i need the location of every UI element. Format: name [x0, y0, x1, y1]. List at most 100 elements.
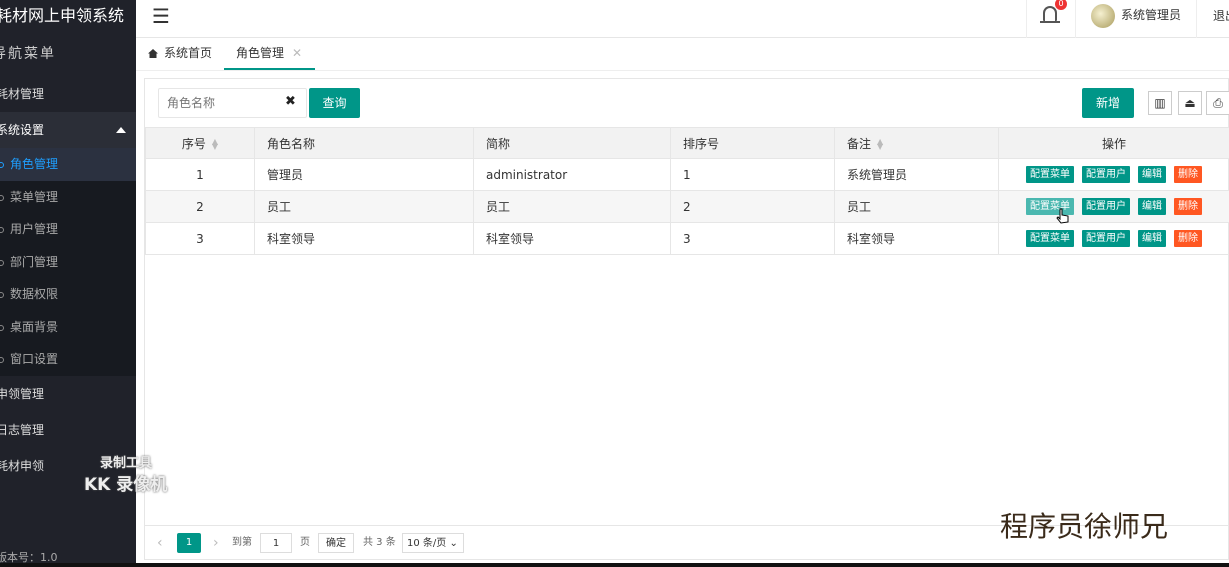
cell-ops: 配置菜单 配置用户 编辑 删除	[998, 222, 1229, 255]
notification-badge: 0	[1055, 0, 1067, 10]
config-menu-button[interactable]: 配置菜单	[1026, 230, 1074, 247]
close-icon[interactable]: ✕	[292, 46, 302, 60]
table-row: 3 科室领导 科室领导 3 科室领导 配置菜单 配置用户 编辑 删除	[145, 222, 1229, 255]
sidebar-item-apply[interactable]: 申领管理	[0, 376, 136, 412]
delete-button[interactable]: 删除	[1174, 198, 1202, 215]
col-no[interactable]: 序号 ▲ ▼	[145, 127, 255, 159]
watermark-author: 程序员徐师兄	[1000, 510, 1169, 543]
page-size-select[interactable]: 10 条/页 ⌄	[402, 533, 464, 553]
cell-remark: 系统管理员	[834, 158, 999, 191]
circle-icon	[0, 324, 4, 331]
tab-role-management[interactable]: 角色管理 ✕	[224, 38, 315, 70]
cell-no: 1	[145, 158, 255, 191]
sidebar-item-dept[interactable]: 部门管理	[0, 246, 136, 279]
notification-button[interactable]: 0	[1026, 0, 1076, 38]
page-input[interactable]: 1	[260, 533, 292, 553]
config-menu-button[interactable]: 配置菜单	[1026, 166, 1074, 183]
col-name: 角色名称	[254, 127, 474, 159]
role-table: 序号 ▲ ▼ 角色名称 简称 排序号 备注 ▲ ▼ 操作 1 管理员 administr…	[145, 127, 1229, 255]
sort-icon[interactable]: ▲ ▼	[212, 138, 218, 151]
nav-heading: 导航菜单	[0, 46, 56, 62]
sidebar-item-supplies[interactable]: 耗材管理	[0, 76, 136, 112]
divider	[1196, 0, 1197, 38]
confirm-button[interactable]: 确定	[318, 533, 354, 553]
cell-short: 科室领导	[473, 222, 671, 255]
cell-remark: 员工	[834, 190, 999, 223]
tab-label: 系统首页	[164, 46, 213, 60]
table-header-row: 序号 ▲ ▼ 角色名称 简称 排序号 备注 ▲ ▼ 操作	[145, 127, 1229, 159]
cell-ops: 配置菜单 配置用户 编辑 删除	[998, 190, 1229, 223]
clear-icon[interactable]: ✖	[285, 94, 296, 109]
add-button[interactable]: 新增	[1082, 88, 1134, 118]
circle-icon	[0, 162, 4, 168]
cell-remark: 科室领导	[834, 222, 999, 255]
edit-button[interactable]: 编辑	[1138, 166, 1166, 183]
col-remark[interactable]: 备注 ▲ ▼	[834, 127, 999, 159]
chevron-down-icon: ⌄	[449, 538, 458, 549]
cell-no: 3	[145, 222, 255, 255]
sidebar-item-label: 菜单管理	[10, 189, 59, 204]
top-header: ☰ 0 系统管理员 退出	[136, 0, 1229, 38]
hand-cursor-icon	[1056, 208, 1069, 224]
cell-short: 员工	[473, 190, 671, 223]
tab-home[interactable]: 系统首页	[148, 38, 212, 70]
col-sort: 排序号	[670, 127, 835, 159]
menu-toggle-icon[interactable]: ☰	[152, 4, 170, 28]
cell-short: administrator	[473, 158, 671, 191]
app-title: 耗材网上申领系统	[0, 6, 125, 25]
main-content: ✖ 查询 新增 ▥ ⏏ ⎙ 序号▲▼ 角色名称 简称 排序号 备注▲▼ 操作 1…	[144, 78, 1229, 560]
cell-sort: 1	[670, 158, 835, 191]
col-short: 简称	[473, 127, 671, 159]
total-label: 共 3 条	[363, 537, 396, 548]
cell-name: 科室领导	[254, 222, 474, 255]
page-current[interactable]: 1	[177, 533, 201, 553]
circle-icon	[0, 292, 4, 298]
config-user-button[interactable]: 配置用户	[1082, 230, 1130, 247]
sidebar-item-log[interactable]: 日志管理	[0, 412, 136, 448]
print-icon[interactable]: ⎙	[1206, 91, 1229, 115]
home-icon	[148, 49, 158, 58]
sidebar-item-label: 桌面背景	[10, 319, 59, 334]
logout-link[interactable]: 退出	[1213, 7, 1229, 24]
sidebar-item-label: 数据权限	[10, 287, 59, 301]
edit-button[interactable]: 编辑	[1138, 198, 1166, 215]
tab-bar: 系统首页 角色管理 ✕	[136, 38, 1229, 71]
user-name: 系统管理员	[1121, 8, 1182, 22]
bell-icon	[1040, 6, 1060, 23]
goto-label: 到第	[232, 537, 252, 548]
page-unit-label: 页	[300, 537, 310, 548]
col-ops: 操作	[998, 127, 1229, 159]
sidebar-submenu: 角色管理 菜单管理 用户管理 部门管理 数据权限 桌面背景 窗口设置	[0, 148, 136, 376]
edit-button[interactable]: 编辑	[1138, 230, 1166, 247]
user-menu[interactable]: 系统管理员	[1091, 0, 1181, 38]
sidebar-item-user[interactable]: 用户管理	[0, 213, 136, 246]
sidebar-item-label: 系统设置	[0, 123, 45, 137]
config-user-button[interactable]: 配置用户	[1082, 166, 1130, 183]
sort-icon[interactable]: ▲ ▼	[877, 138, 883, 151]
cell-sort: 3	[670, 222, 835, 255]
delete-button[interactable]: 删除	[1174, 166, 1202, 183]
circle-icon	[0, 227, 4, 233]
tab-label: 角色管理	[236, 46, 285, 60]
circle-icon	[0, 194, 4, 201]
sidebar-item-menu[interactable]: 菜单管理	[0, 181, 136, 214]
export-icon[interactable]: ⏏	[1178, 91, 1202, 115]
caret-up-icon	[116, 127, 126, 133]
columns-icon[interactable]: ▥	[1148, 91, 1172, 115]
sidebar-item-settings[interactable]: 系统设置	[0, 112, 136, 148]
config-user-button[interactable]: 配置用户	[1082, 198, 1130, 215]
cell-no: 2	[145, 190, 255, 223]
sidebar-item-role[interactable]: 角色管理	[0, 148, 136, 181]
cell-name: 员工	[254, 190, 474, 223]
query-button[interactable]: 查询	[309, 88, 360, 118]
prev-page-icon[interactable]: ‹	[157, 533, 163, 553]
next-page-icon[interactable]: ›	[213, 533, 219, 553]
sidebar-item-label: 用户管理	[10, 222, 59, 236]
cell-sort: 2	[670, 190, 835, 223]
delete-button[interactable]: 删除	[1174, 230, 1202, 247]
sidebar-item-data-perm[interactable]: 数据权限	[0, 278, 136, 311]
sidebar-item-background[interactable]: 桌面背景	[0, 311, 136, 344]
cell-name: 管理员	[254, 158, 474, 191]
sidebar-item-window[interactable]: 窗口设置	[0, 343, 136, 376]
sidebar-item-label: 角色管理	[10, 157, 59, 171]
